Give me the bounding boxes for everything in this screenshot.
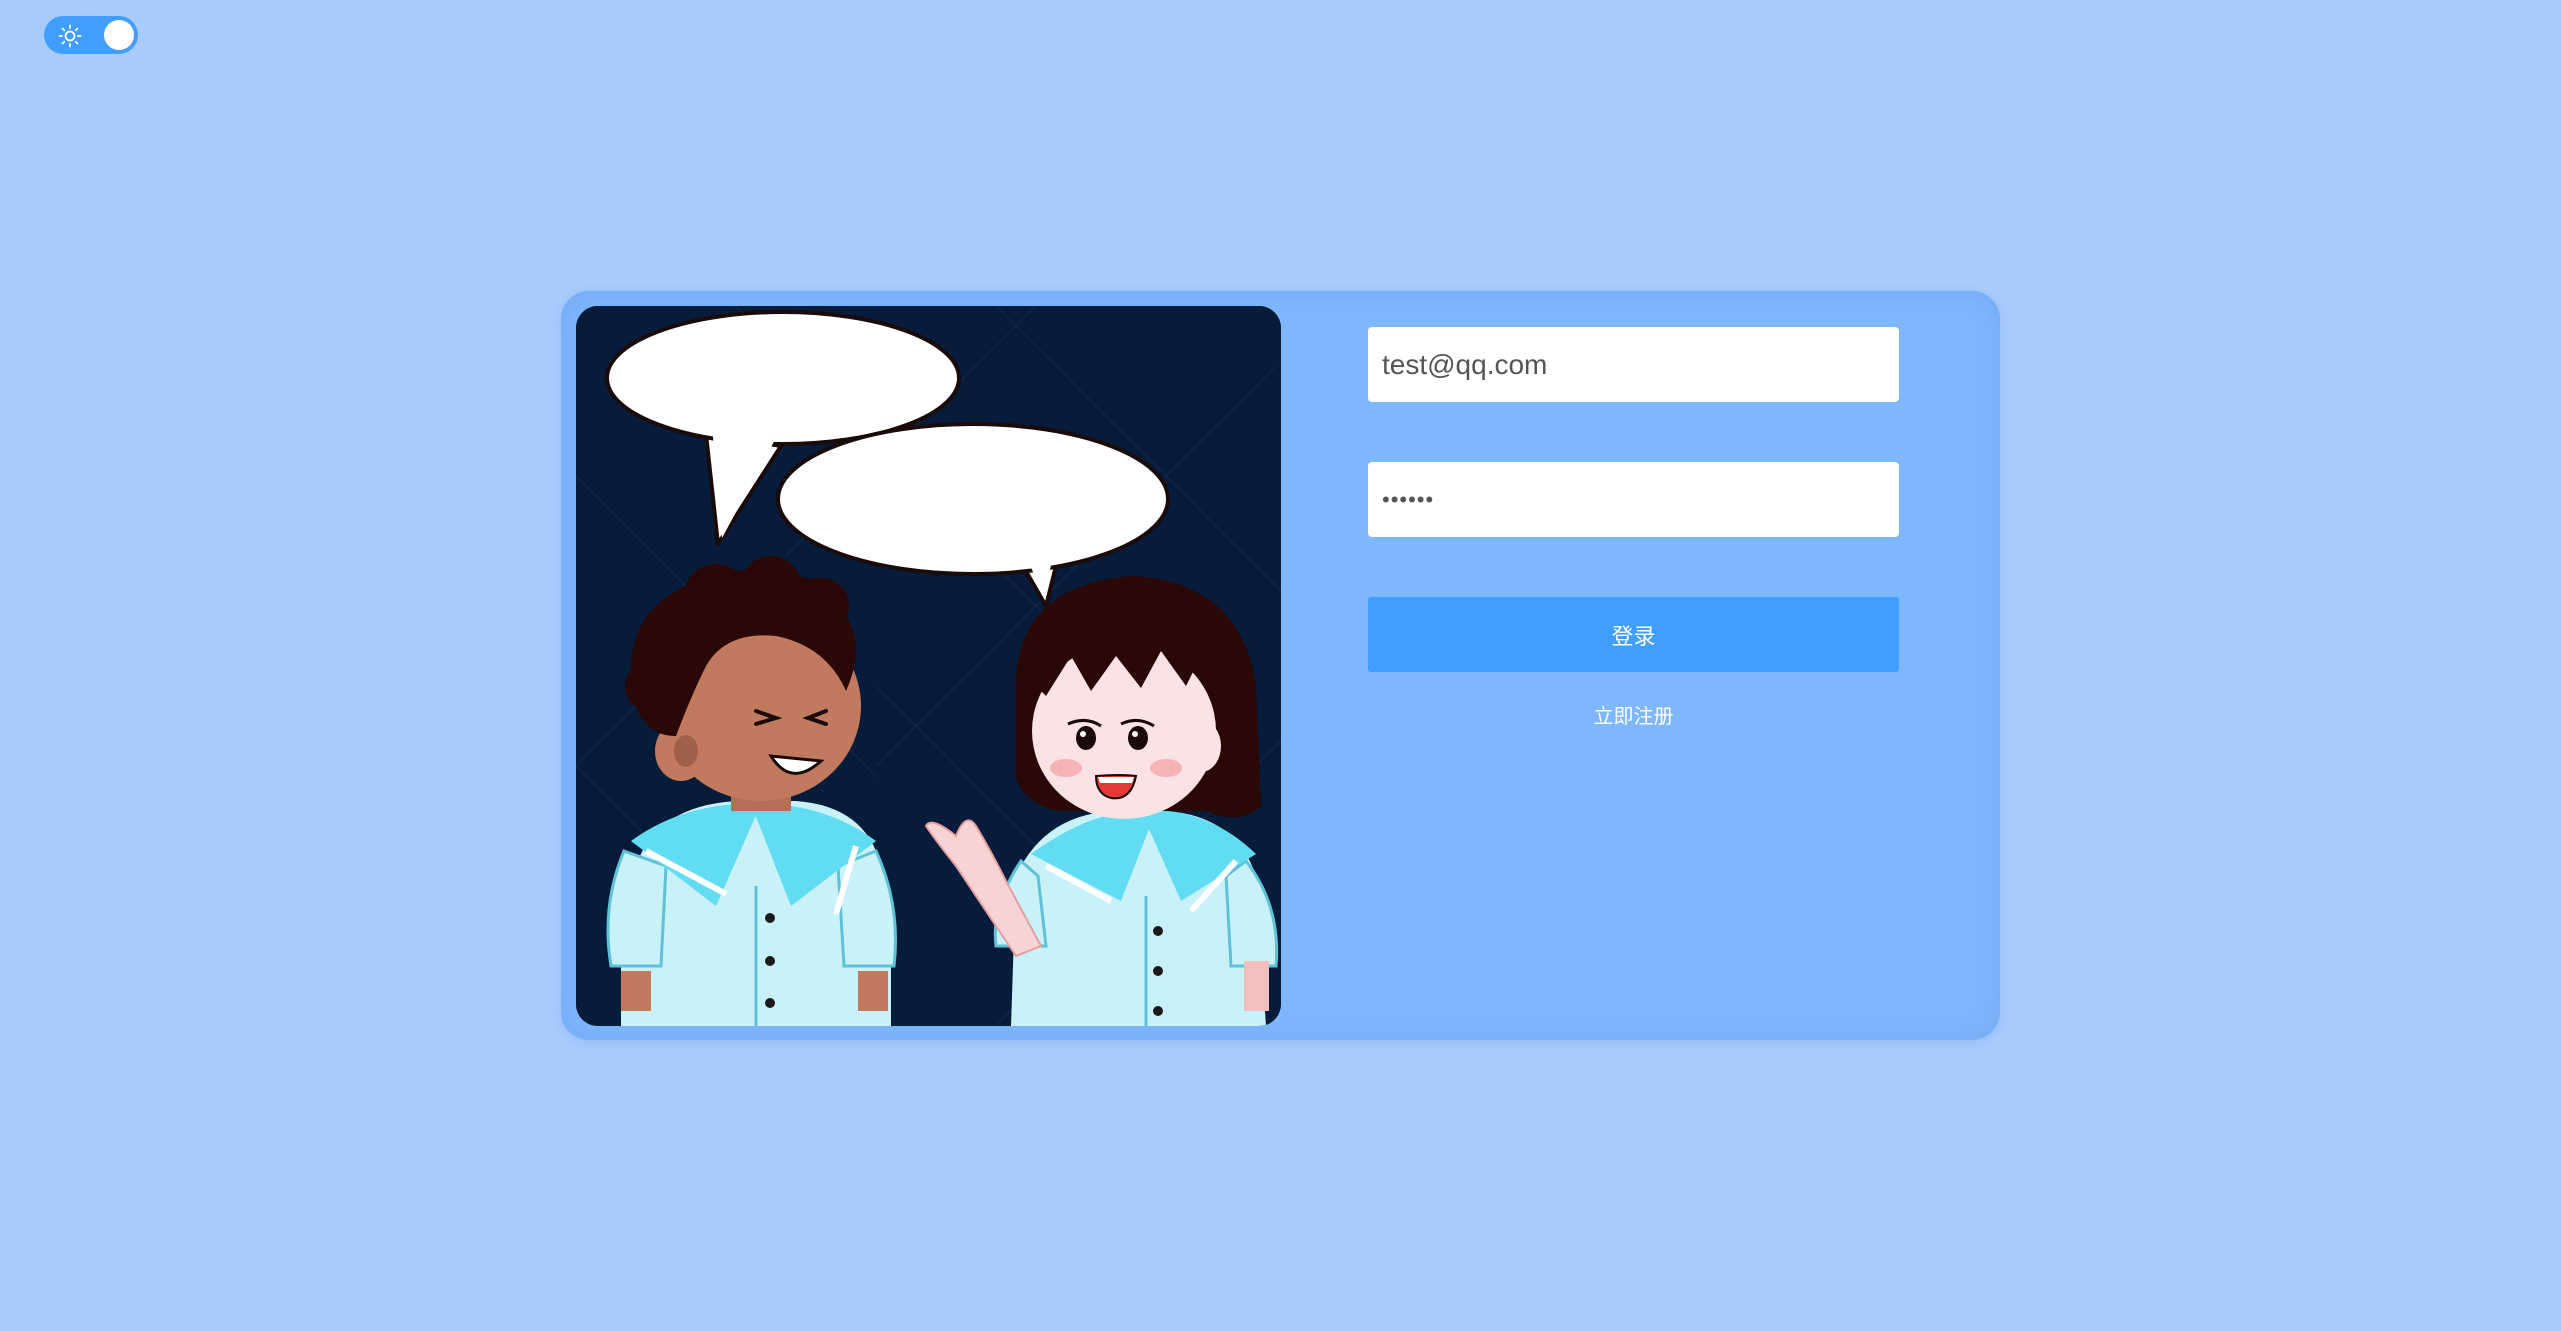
kids-talking-illustration bbox=[576, 306, 1281, 1026]
login-form: 登录 立即注册 bbox=[1368, 327, 1899, 729]
password-input[interactable] bbox=[1368, 462, 1899, 537]
theme-toggle-switch[interactable] bbox=[44, 16, 138, 54]
login-button[interactable]: 登录 bbox=[1368, 597, 1899, 672]
toggle-knob bbox=[104, 20, 134, 50]
sun-icon bbox=[58, 24, 82, 48]
email-input[interactable] bbox=[1368, 327, 1899, 402]
register-link[interactable]: 立即注册 bbox=[1368, 700, 1899, 729]
login-page: 登录 立即注册 bbox=[0, 0, 2561, 1331]
login-card: 登录 立即注册 bbox=[561, 291, 2000, 1040]
